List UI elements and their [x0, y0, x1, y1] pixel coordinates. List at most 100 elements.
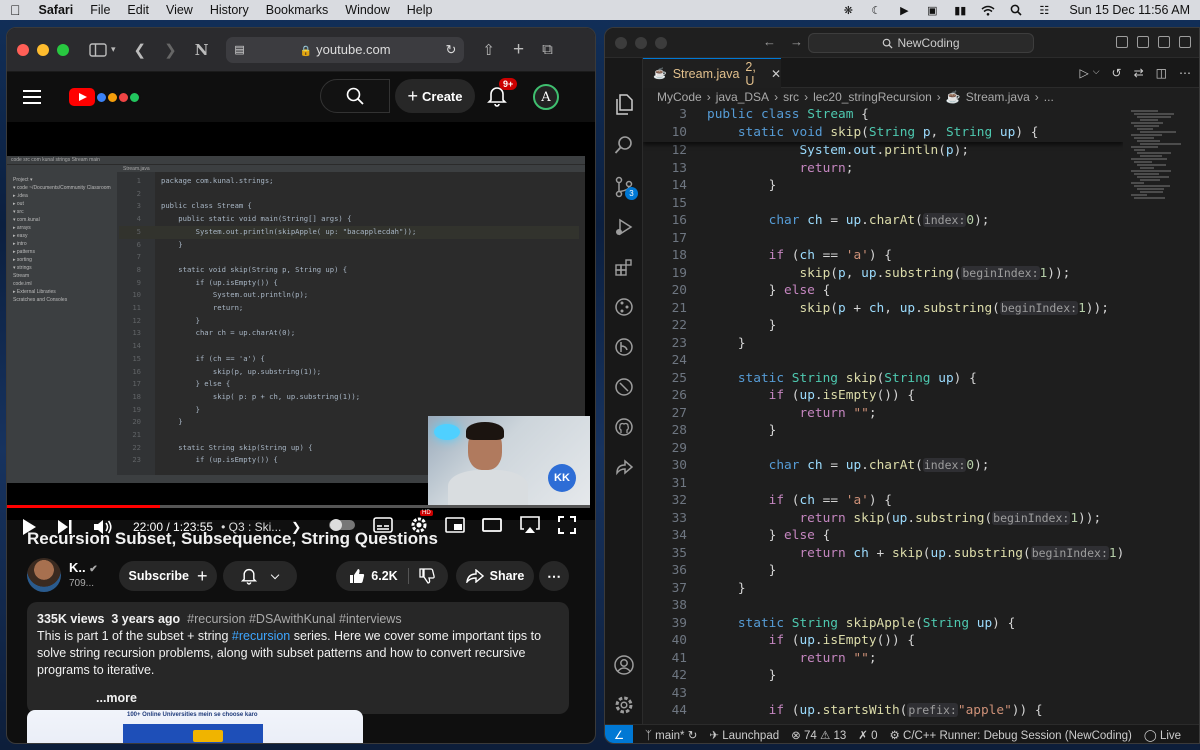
menu-bookmarks[interactable]: Bookmarks: [266, 3, 329, 17]
run-debug-icon[interactable]: [613, 216, 635, 238]
cpp-runner-item[interactable]: ⚙ C/C++ Runner: Debug Session (NewCoding…: [890, 728, 1132, 742]
new-tab-icon[interactable]: +: [513, 39, 524, 61]
play-circle-icon[interactable]: ▶: [897, 4, 911, 17]
remote-explorer-icon[interactable]: [613, 376, 635, 398]
share-icon[interactable]: ⇧: [482, 41, 495, 59]
search-button[interactable]: [320, 79, 390, 113]
tab-overview-icon[interactable]: ⧉: [542, 41, 553, 58]
ad-thumbnail[interactable]: 100+ Online Universities mein se choose …: [27, 710, 363, 743]
create-button[interactable]: + Create: [395, 79, 475, 113]
youtube-logo[interactable]: [69, 88, 141, 106]
minimize-window-button[interactable]: [37, 43, 49, 56]
search-icon[interactable]: [613, 134, 635, 156]
menu-icon[interactable]: [23, 90, 41, 104]
command-center-search[interactable]: NewCoding: [808, 33, 1034, 53]
run-icon[interactable]: ▷: [1079, 66, 1088, 80]
run-options-chevron-icon[interactable]: ⌵: [1093, 66, 1100, 80]
zoom-window-button[interactable]: [57, 43, 69, 56]
miniplayer-icon[interactable]: [445, 516, 465, 538]
sidebar-icon[interactable]: ▾: [89, 42, 116, 57]
minimap[interactable]: [1127, 106, 1193, 724]
more-actions-icon[interactable]: ⋯: [1179, 66, 1191, 80]
menu-view[interactable]: View: [166, 3, 193, 17]
close-tab-icon[interactable]: ✕: [771, 67, 781, 81]
breadcrumb-item[interactable]: java_DSA: [716, 90, 769, 104]
extensions-icon[interactable]: [613, 256, 635, 278]
toggle-panel-icon[interactable]: [1158, 36, 1170, 48]
notification-preferences-button[interactable]: ⌵: [223, 561, 297, 591]
spotlight-icon[interactable]: [1009, 4, 1023, 16]
battery-icon[interactable]: ▮▮: [953, 4, 967, 17]
git-branch[interactable]: ᛉ main* ↻: [645, 728, 697, 742]
reload-icon[interactable]: ↻: [446, 42, 457, 58]
like-button[interactable]: 6.2K: [349, 568, 409, 584]
description-tags[interactable]: #recursion #DSAwithKunal #interviews: [187, 612, 401, 626]
video-player[interactable]: code src com kunal strings Stream main S…: [7, 122, 595, 535]
back-icon[interactable]: ❮: [134, 41, 147, 59]
show-more-link[interactable]: ...more: [93, 690, 137, 707]
address-bar[interactable]: ▤ 🔒 youtube.com ↻: [226, 36, 465, 63]
live-share-icon[interactable]: [613, 456, 635, 478]
breadcrumb-item[interactable]: MyCode: [657, 90, 702, 104]
toggle-sidebar-icon[interactable]: [1137, 36, 1149, 48]
nav-forward-icon[interactable]: →: [790, 34, 803, 49]
account-avatar[interactable]: A: [533, 84, 559, 110]
airplay-icon[interactable]: [519, 515, 541, 539]
moon-icon[interactable]: ☾: [869, 4, 883, 17]
menu-file[interactable]: File: [90, 3, 110, 17]
theater-mode-icon[interactable]: [482, 517, 502, 537]
vscode-minimize-button[interactable]: [635, 36, 647, 49]
share-button[interactable]: Share: [456, 561, 534, 591]
display-icon[interactable]: ▣: [925, 4, 939, 17]
subscribe-button[interactable]: Subscribe +: [119, 561, 217, 591]
remote-indicator-icon[interactable]: ∠: [605, 724, 633, 743]
split-editor-icon[interactable]: ◫: [1156, 66, 1167, 80]
explorer-icon[interactable]: [613, 94, 635, 116]
forward-icon[interactable]: ❯: [164, 41, 177, 59]
fullscreen-icon[interactable]: [558, 515, 576, 539]
gitlens-icon[interactable]: [613, 336, 635, 358]
timeline-icon[interactable]: ↺: [1112, 66, 1122, 80]
live-server-item[interactable]: ◯ Live: [1144, 728, 1181, 742]
notion-icon[interactable]: N: [195, 41, 209, 59]
code-editor[interactable]: 3 public class Stream { 10 static void sk…: [643, 106, 1123, 724]
menu-app-name[interactable]: Safari: [39, 3, 74, 17]
breadcrumb-item[interactable]: src: [783, 90, 799, 104]
compare-changes-icon[interactable]: ⇄: [1134, 66, 1144, 80]
video-description[interactable]: 335K views 3 years ago #recursion #DSAwi…: [27, 602, 569, 714]
menu-window[interactable]: Window: [345, 3, 389, 17]
ports-item[interactable]: ✗ 0: [858, 728, 877, 742]
customize-layout-icon[interactable]: [1116, 36, 1128, 48]
menu-clock[interactable]: Sun 15 Dec 11:56 AM: [1069, 3, 1190, 17]
wifi-icon[interactable]: [981, 4, 995, 16]
dislike-button[interactable]: [409, 568, 435, 584]
toggle-secondary-sidebar-icon[interactable]: [1179, 36, 1191, 48]
problems-item[interactable]: ⊗ 74 ⚠ 13: [791, 728, 846, 742]
channel-name[interactable]: K.. ✔: [69, 560, 98, 575]
github-icon[interactable]: [613, 416, 635, 438]
menu-history[interactable]: History: [210, 3, 249, 17]
git-graph-icon[interactable]: [613, 296, 635, 318]
breadcrumb-item[interactable]: Stream.java: [966, 90, 1030, 104]
account-icon[interactable]: [613, 654, 635, 676]
tab-stream-java[interactable]: ☕ Stream.java 2, U ✕: [643, 58, 781, 88]
vscode-window: ← → NewCoding 3 ☕ Stream.java 2, U ✕ ▷ ⌵…: [604, 27, 1200, 744]
control-center-icon[interactable]: ☷: [1037, 4, 1051, 17]
video-progress-bar[interactable]: [7, 505, 590, 508]
vscode-zoom-button[interactable]: [655, 36, 667, 49]
menu-help[interactable]: Help: [407, 3, 433, 17]
hashtag-link[interactable]: #recursion: [232, 629, 290, 643]
launchpad-item[interactable]: ✈ Launchpad: [709, 728, 779, 742]
nav-back-icon[interactable]: ←: [763, 34, 776, 49]
channel-avatar[interactable]: [27, 558, 61, 592]
breadcrumb-item[interactable]: ...: [1044, 90, 1054, 104]
more-actions-button[interactable]: ⋯: [539, 561, 569, 591]
manage-gear-icon[interactable]: [613, 694, 635, 716]
apple-icon[interactable]: : [10, 2, 21, 18]
close-window-button[interactable]: [17, 43, 29, 56]
chatgpt-icon[interactable]: ❋: [841, 4, 855, 17]
breadcrumb-item[interactable]: lec20_stringRecursion: [813, 90, 932, 104]
vscode-close-button[interactable]: [615, 36, 627, 49]
page-settings-icon[interactable]: ▤: [234, 43, 244, 56]
menu-edit[interactable]: Edit: [127, 3, 149, 17]
